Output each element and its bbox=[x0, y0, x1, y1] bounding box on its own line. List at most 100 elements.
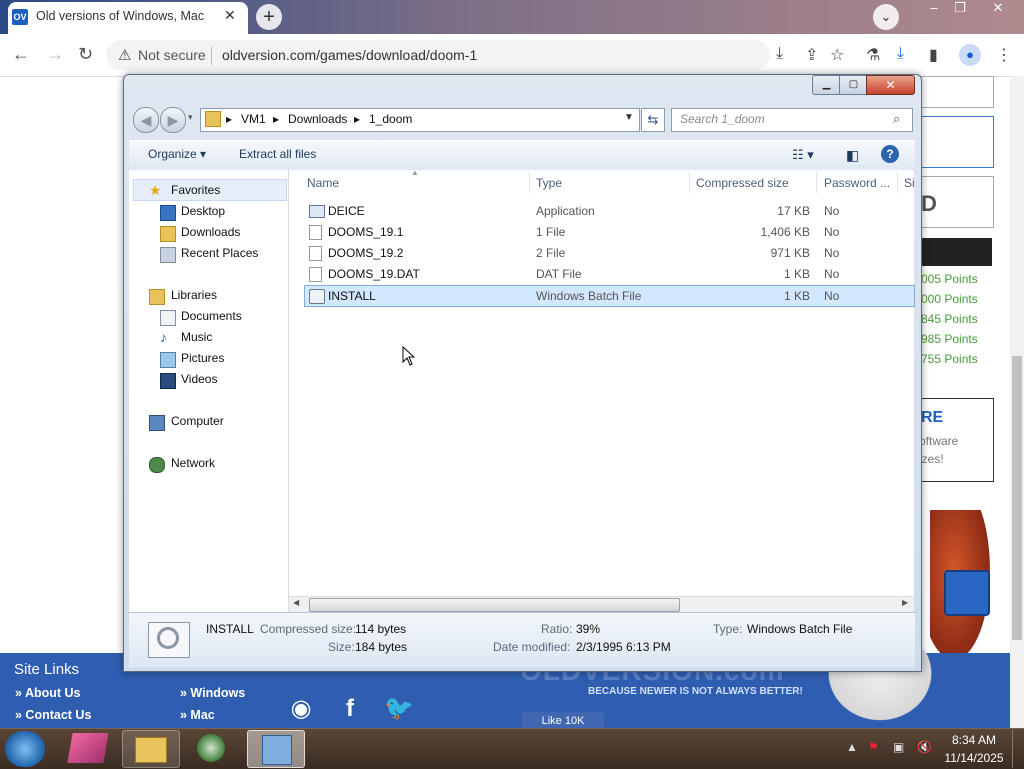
taskbar-ie-button[interactable] bbox=[185, 730, 241, 766]
file-row[interactable]: DEICE Application 17 KB No bbox=[305, 201, 914, 221]
footer-link-about[interactable]: » About Us bbox=[15, 686, 81, 700]
show-desktop-button[interactable] bbox=[1012, 730, 1024, 768]
taskbar-app-icon[interactable] bbox=[67, 733, 109, 763]
page-scrollbar-thumb[interactable] bbox=[1012, 356, 1022, 640]
recent-locations-chevron-icon[interactable]: ▾ bbox=[188, 112, 193, 123]
breadcrumb-arrow-icon[interactable]: ▸ bbox=[354, 112, 360, 126]
file-row[interactable]: DOOMS_19.2 2 File 971 KB No bbox=[305, 243, 914, 263]
back-icon[interactable]: ← bbox=[12, 44, 30, 65]
preview-pane-icon[interactable]: ◧ bbox=[846, 147, 859, 164]
file-row[interactable]: DOOMS_19.DAT DAT File 1 KB No bbox=[305, 264, 914, 284]
view-options-icon[interactable]: ☷ ▾ bbox=[792, 147, 814, 163]
column-header-compressed-size[interactable]: Compressed size bbox=[696, 176, 789, 190]
refresh-icon[interactable]: ⇆ bbox=[641, 108, 665, 132]
horizontal-scroll-thumb[interactable] bbox=[309, 598, 680, 612]
profile-avatar-icon[interactable]: ● bbox=[959, 44, 981, 66]
address-dropdown-icon[interactable]: ▼ bbox=[624, 112, 634, 123]
nav-desktop[interactable]: Desktop bbox=[181, 204, 225, 218]
promo-box[interactable]: RE oftware izes! bbox=[918, 398, 994, 482]
column-header-type[interactable]: Type bbox=[536, 176, 562, 190]
labs-flask-icon[interactable]: ⚗ bbox=[866, 45, 880, 65]
taskbar-active-app-button[interactable] bbox=[247, 730, 305, 768]
breadcrumb-arrow-icon[interactable]: ▸ bbox=[273, 112, 279, 126]
breadcrumb-vm1[interactable]: VM1 bbox=[241, 112, 266, 126]
explorer-address-bar[interactable] bbox=[200, 108, 640, 132]
explorer-minimize-icon[interactable]: ▁ bbox=[812, 75, 841, 95]
nav-downloads[interactable]: Downloads bbox=[181, 225, 240, 239]
nav-computer[interactable]: Computer bbox=[171, 414, 224, 428]
tab-close-icon[interactable]: ✕ bbox=[224, 7, 236, 24]
file-icon bbox=[309, 225, 322, 240]
forward-icon[interactable]: → bbox=[46, 44, 64, 65]
column-header-password[interactable]: Password ... bbox=[824, 176, 890, 190]
page-side-button[interactable] bbox=[918, 116, 994, 168]
column-header-size[interactable]: Si bbox=[904, 176, 914, 190]
scroll-right-icon[interactable]: ▶ bbox=[902, 598, 908, 607]
start-button[interactable] bbox=[5, 731, 45, 767]
twitter-icon[interactable]: 🐦 bbox=[380, 690, 418, 728]
footer-link-windows[interactable]: » Windows bbox=[180, 686, 245, 700]
url-text[interactable]: oldversion.com/games/download/doom-1 bbox=[222, 47, 477, 63]
footer-tagline: BECAUSE NEWER IS NOT ALWAYS BETTER! bbox=[588, 686, 803, 697]
explorer-forward-icon[interactable]: ▶ bbox=[160, 107, 186, 133]
breadcrumb-arrow-icon[interactable]: ▸ bbox=[226, 112, 232, 126]
column-separator[interactable] bbox=[816, 171, 817, 193]
scroll-left-icon[interactable]: ◀ bbox=[293, 598, 299, 607]
explorer-close-icon[interactable]: ✕ bbox=[866, 75, 915, 95]
install-icon[interactable]: ⤓ bbox=[776, 45, 783, 63]
extract-all-button[interactable]: Extract all files bbox=[239, 147, 316, 161]
clock-date[interactable]: 11/14/2025 bbox=[940, 751, 1008, 765]
network-tray-icon[interactable]: ▣ bbox=[893, 740, 904, 754]
organize-button[interactable]: Organize ▾ bbox=[148, 147, 206, 161]
restore-icon[interactable]: ❐ bbox=[946, 0, 974, 18]
file-compressed-size: 17 KB bbox=[777, 204, 810, 218]
action-center-flag-icon[interactable]: ⚑ bbox=[868, 740, 879, 754]
new-tab-button[interactable]: + bbox=[256, 4, 282, 30]
column-header-name[interactable]: Name bbox=[307, 176, 339, 190]
nav-documents[interactable]: Documents bbox=[181, 309, 242, 323]
rss-icon[interactable]: ◉ bbox=[282, 690, 320, 728]
facebook-icon[interactable]: f bbox=[331, 690, 369, 728]
nav-music[interactable]: Music bbox=[181, 330, 212, 344]
nav-pictures[interactable]: Pictures bbox=[181, 351, 224, 365]
close-icon[interactable]: ✕ bbox=[984, 0, 1012, 18]
nav-network[interactable]: Network bbox=[171, 456, 215, 470]
downloads-icon[interactable]: ⤓ bbox=[897, 45, 904, 63]
search-icon[interactable]: ⌕ bbox=[893, 111, 900, 127]
computer-monitor-icon bbox=[262, 735, 292, 765]
column-separator[interactable] bbox=[897, 171, 898, 193]
file-row-selected[interactable]: INSTALL Windows Batch File 1 KB No bbox=[304, 285, 915, 307]
column-separator[interactable] bbox=[529, 171, 530, 193]
taskbar-explorer-button[interactable] bbox=[122, 730, 180, 768]
videos-icon bbox=[160, 373, 176, 392]
footer-link-contact[interactable]: » Contact Us bbox=[15, 708, 91, 722]
floppy-disk-icon bbox=[944, 570, 990, 616]
nav-libraries[interactable]: Libraries bbox=[171, 288, 217, 302]
volume-muted-icon[interactable]: 🔇 bbox=[917, 740, 932, 754]
not-secure-label[interactable]: Not secure bbox=[138, 47, 206, 63]
nav-videos[interactable]: Videos bbox=[181, 372, 217, 386]
reload-icon[interactable]: ↻ bbox=[78, 44, 93, 65]
bookmark-star-icon[interactable]: ☆ bbox=[830, 45, 844, 65]
search-placeholder[interactable]: Search 1_doom bbox=[680, 112, 765, 126]
details-type-label: Type: bbox=[713, 622, 743, 636]
share-icon[interactable]: ⇪ bbox=[805, 45, 818, 65]
help-icon[interactable]: ? bbox=[881, 145, 899, 163]
nav-favorites[interactable]: Favorites bbox=[171, 183, 220, 197]
show-hidden-icons-icon[interactable]: ▲ bbox=[846, 740, 858, 754]
column-separator[interactable] bbox=[689, 171, 690, 193]
footer-link-mac[interactable]: » Mac bbox=[180, 708, 215, 722]
breadcrumb-1-doom[interactable]: 1_doom bbox=[369, 112, 412, 126]
warning-icon[interactable]: ⚠ bbox=[118, 46, 131, 64]
menu-kebab-icon[interactable]: ⋮ bbox=[996, 45, 1012, 65]
tab-search-chevron-icon[interactable]: ⌄ bbox=[873, 4, 899, 30]
explorer-back-icon[interactable]: ◀ bbox=[133, 107, 159, 133]
music-icon: ♪ bbox=[160, 329, 167, 345]
side-panel-icon[interactable]: ▮ bbox=[929, 45, 938, 65]
breadcrumb-downloads[interactable]: Downloads bbox=[288, 112, 347, 126]
minimize-icon[interactable]: – bbox=[920, 0, 948, 18]
explorer-maximize-icon[interactable]: ▢ bbox=[839, 75, 868, 95]
file-row[interactable]: DOOMS_19.1 1 File 1,406 KB No bbox=[305, 222, 914, 242]
clock-time[interactable]: 8:34 AM bbox=[948, 733, 1000, 747]
nav-recent-places[interactable]: Recent Places bbox=[181, 246, 258, 260]
